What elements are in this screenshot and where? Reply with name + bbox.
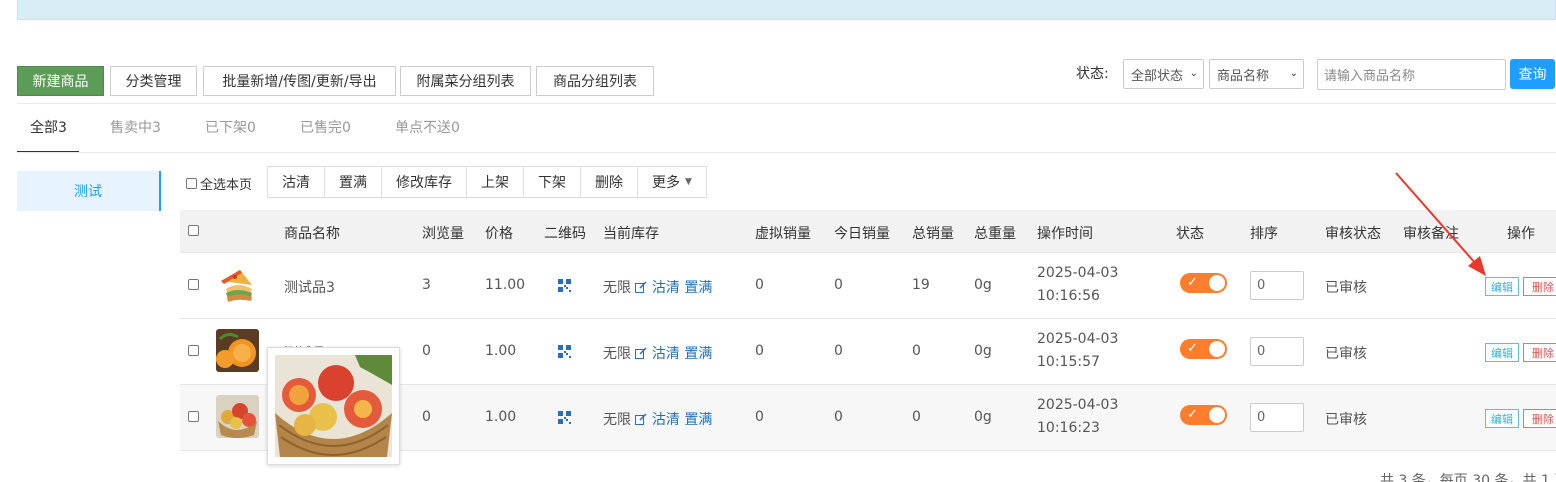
annotation-arrow-icon (1395, 172, 1486, 276)
page: { "toolbar": { "new_product": "新建商品", "c… (0, 0, 1556, 482)
pagination-info: 共 3 条，每页 30 条，共 1 页 (1380, 473, 1556, 482)
